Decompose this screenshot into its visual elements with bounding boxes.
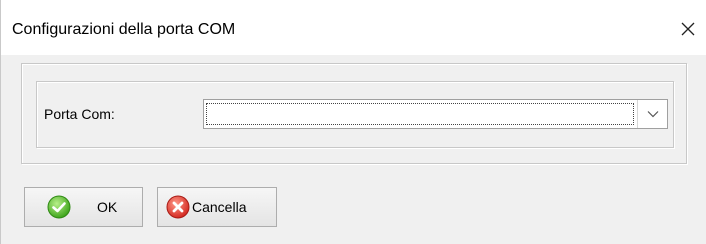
port-select-value [206,103,634,125]
check-circle-icon [47,195,71,219]
port-select-arrow[interactable] [637,100,667,128]
port-select[interactable] [203,99,668,129]
cancel-button[interactable]: Cancella [157,187,277,227]
port-settings-panel: Porta Com: [36,81,674,148]
cancel-button-label: Cancella [192,199,247,215]
close-icon [681,22,695,36]
settings-group: Porta Com: [21,63,687,164]
ok-button-label: OK [97,199,118,215]
dialog-title: Configurazioni della porta COM [12,21,236,38]
x-circle-icon [166,195,190,219]
ok-button[interactable]: OK [24,187,143,227]
com-port-dialog: Configurazioni della porta COM Porta Com… [0,0,706,244]
title-bar: Configurazioni della porta COM [1,0,706,55]
chevron-down-icon [647,111,658,118]
close-button[interactable] [674,15,702,43]
port-label: Porta Com: [44,106,115,122]
